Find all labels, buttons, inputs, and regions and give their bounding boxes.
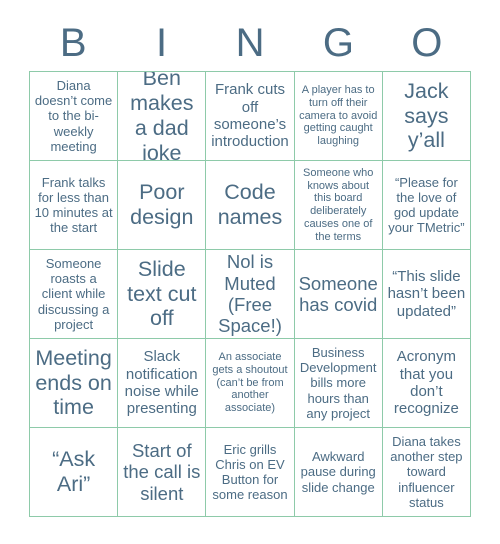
bingo-cell[interactable]: Frank talks for less than 10 minutes at … <box>30 161 119 250</box>
bingo-cell[interactable]: Awkward pause during slide change <box>294 428 383 517</box>
bingo-header-letter-o: O <box>411 21 443 65</box>
bingo-cell[interactable]: Meeting ends on time <box>30 339 119 428</box>
bingo-cell-text: Eric grills Chris on EV Button for some … <box>212 441 288 503</box>
bingo-cell-text: “This slide hasn’t been updated” <box>387 267 466 320</box>
bingo-header-letter-n: N <box>235 21 265 65</box>
bingo-cell-text: Someone roasts a client while discussing… <box>37 256 110 332</box>
bingo-cell[interactable]: Someone has covid <box>294 250 383 339</box>
bingo-cell[interactable]: Slack notification noise while presentin… <box>118 339 207 428</box>
bingo-cell[interactable]: “Ask Ari” <box>30 428 119 517</box>
bingo-cell-free-space[interactable]: Nol is Muted (Free Space!) <box>206 250 295 339</box>
bingo-cell-text: “Ask Ari” <box>52 447 96 496</box>
bingo-cell-text: Slack notification noise while presentin… <box>124 348 199 418</box>
bingo-header-letter-g: G <box>322 21 354 65</box>
bingo-cell-text: Nol is Muted (Free Space!) <box>218 251 282 337</box>
bingo-header-row: B I N G O <box>29 16 471 70</box>
bingo-cell-text: A player has to turn off their camera to… <box>299 84 378 148</box>
bingo-cell-text: An associate gets a shoutout (can’t be f… <box>212 351 288 415</box>
bingo-cell-text: Acronym that you don’t recognize <box>393 348 459 418</box>
bingo-card: B I N G O Diana doesn’t come to the bi-w… <box>0 0 500 544</box>
bingo-grid: Diana doesn’t come to the bi-weekly meet… <box>29 71 471 517</box>
bingo-cell-text: Slide text cut off <box>127 256 197 331</box>
bingo-cell[interactable]: An associate gets a shoutout (can’t be f… <box>206 339 295 428</box>
bingo-cell-text: Awkward pause during slide change <box>300 449 376 495</box>
bingo-cell-text: Diana doesn’t come to the bi-weekly meet… <box>34 78 113 154</box>
bingo-cell[interactable]: A player has to turn off their camera to… <box>294 72 383 161</box>
bingo-cell[interactable]: Someone who knows about this board delib… <box>294 161 383 250</box>
bingo-cell-text: Start of the call is silent <box>123 439 201 504</box>
bingo-cell-text: Meeting ends on time <box>35 345 112 420</box>
bingo-cell[interactable]: “This slide hasn’t been updated” <box>382 250 471 339</box>
bingo-cell-text: Jack says y’all <box>404 78 449 153</box>
bingo-cell[interactable]: Ben makes a dad joke <box>118 72 207 161</box>
bingo-cell-text: Poor design <box>130 180 194 229</box>
bingo-cell[interactable]: Diana takes another step toward influenc… <box>382 428 471 517</box>
bingo-cell-text: Diana takes another step toward influenc… <box>390 434 463 510</box>
bingo-cell[interactable]: Code names <box>206 161 295 250</box>
bingo-header-letter-b: B <box>59 21 87 65</box>
bingo-cell[interactable]: Acronym that you don’t recognize <box>382 339 471 428</box>
bingo-cell[interactable]: Frank cuts off someone’s introduction <box>206 72 295 161</box>
bingo-cell[interactable]: Jack says y’all <box>382 72 471 161</box>
bingo-cell-text: Frank talks for less than 10 minutes at … <box>34 174 113 236</box>
bingo-cell[interactable]: Business Development bills more hours th… <box>294 339 383 428</box>
bingo-cell[interactable]: Eric grills Chris on EV Button for some … <box>206 428 295 517</box>
bingo-cell-text: Business Development bills more hours th… <box>299 345 377 421</box>
bingo-cell[interactable]: Poor design <box>118 161 207 250</box>
bingo-cell[interactable]: Diana doesn’t come to the bi-weekly meet… <box>30 72 119 161</box>
bingo-header-letter-i: I <box>156 21 168 65</box>
bingo-cell-text: Someone has covid <box>298 272 378 315</box>
bingo-cell-text: “Please for the love of god update your … <box>388 174 465 236</box>
bingo-cell-text: Code names <box>217 180 283 229</box>
bingo-cell-text: Frank cuts off someone’s introduction <box>211 81 289 151</box>
bingo-cell[interactable]: Start of the call is silent <box>118 428 207 517</box>
bingo-cell[interactable]: “Please for the love of god update your … <box>382 161 471 250</box>
bingo-cell[interactable]: Someone roasts a client while discussing… <box>30 250 119 339</box>
bingo-cell-text: Ben makes a dad joke <box>130 72 194 161</box>
bingo-cell[interactable]: Slide text cut off <box>118 250 207 339</box>
bingo-cell-text: Someone who knows about this board delib… <box>303 166 374 243</box>
